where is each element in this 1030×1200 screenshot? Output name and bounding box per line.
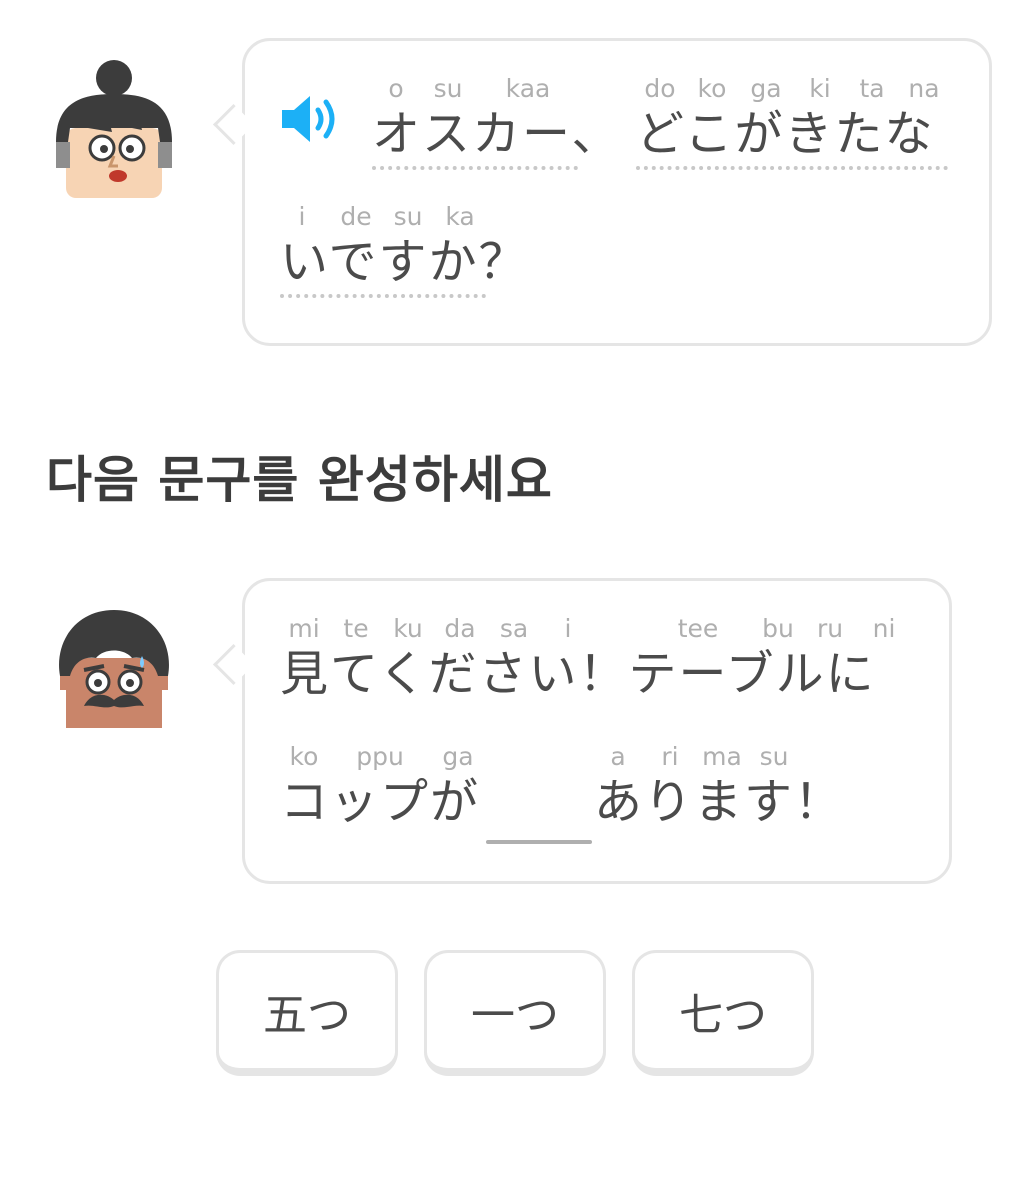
romaji-hint: ko ppu ga [280, 742, 490, 772]
sentence-segment[interactable]: do ko ga ki ta na どこがきたな [636, 74, 956, 184]
instruction-title: 다음 문구를 완성하세요 [46, 451, 553, 509]
sentence-line-2a: ko ppu ga コップが [280, 742, 490, 842]
sentence-line-2b: a ri ma su あります！ [594, 742, 854, 842]
sentence-segment[interactable]: o su kaa オスカー、 [372, 74, 620, 184]
romaji-syllable: na [908, 74, 940, 103]
japanese-text: コップが [280, 774, 481, 830]
romaji-syllable: a [610, 742, 626, 771]
oscar-avatar [52, 58, 176, 200]
romaji-syllable: ta [859, 74, 885, 103]
romaji-hint: o su kaa [372, 74, 592, 104]
romaji-syllable: sa [499, 614, 529, 643]
romaji-syllable: kaa [505, 74, 551, 103]
japanese-text: あります！ [594, 774, 845, 830]
romaji-hint: i de su ka [280, 202, 540, 232]
romaji-syllable: ppu [356, 742, 404, 771]
romaji-hint: mi te ku da sa i tee bu ru ni [280, 614, 940, 644]
japanese-text: オスカー、 [372, 106, 622, 162]
romaji-syllable: ki [809, 74, 831, 103]
romaji-syllable: mi [288, 614, 320, 643]
romaji-syllable: ri [661, 742, 679, 771]
romaji-syllable: do [644, 74, 676, 103]
romaji-syllable: ko [289, 742, 319, 771]
romaji-hint: do ko ga ki ta na [636, 74, 956, 104]
romaji-syllable: ka [445, 202, 475, 231]
japanese-text: いですか？ [280, 234, 529, 290]
answer-blank[interactable] [486, 840, 592, 844]
romaji-syllable: o [388, 74, 404, 103]
romaji-syllable: ko [697, 74, 727, 103]
romaji-syllable: bu [762, 614, 794, 643]
romaji-syllable: de [340, 202, 372, 231]
japanese-text: どこがきたな [636, 106, 935, 162]
romaji-syllable: ga [750, 74, 782, 103]
speaker-icon[interactable] [278, 92, 342, 146]
romaji-syllable: ga [442, 742, 474, 771]
romaji-syllable: ru [816, 614, 844, 643]
sentence-segment[interactable]: i de su ka いですか？ [280, 202, 540, 312]
romaji-syllable: ma [702, 742, 742, 771]
romaji-syllable: ni [872, 614, 896, 643]
choice-button[interactable]: 五つ [216, 950, 398, 1076]
romaji-syllable: te [343, 614, 369, 643]
romaji-syllable: i [564, 614, 572, 643]
choice-button[interactable]: 一つ [424, 950, 606, 1076]
romaji-syllable: su [433, 74, 463, 103]
dotted-underline [280, 294, 486, 298]
japanese-text: 見てください！テーブルに [280, 646, 876, 702]
romaji-hint: a ri ma su [594, 742, 854, 772]
dotted-underline [372, 166, 578, 170]
romaji-syllable: su [393, 202, 423, 231]
romaji-syllable: ku [393, 614, 423, 643]
dotted-underline [636, 166, 948, 170]
romaji-syllable: i [298, 202, 306, 231]
mustache-man-avatar [54, 606, 174, 730]
choice-button[interactable]: 七つ [632, 950, 814, 1076]
romaji-syllable: tee [677, 614, 719, 643]
romaji-syllable: su [759, 742, 789, 771]
romaji-syllable: da [444, 614, 476, 643]
sentence-line-1: mi te ku da sa i tee bu ru ni 見てください！テーブ… [280, 614, 940, 714]
